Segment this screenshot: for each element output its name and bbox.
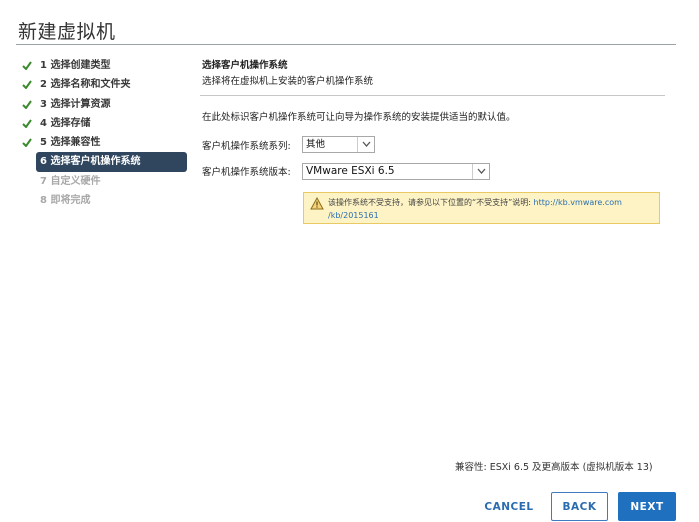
header-divider <box>200 95 665 96</box>
step-label: 5 选择兼容性 <box>40 137 101 149</box>
step-6-active[interactable]: 6 选择客户机操作系统 <box>36 152 187 172</box>
compatibility-text: 兼容性: ESXi 6.5 及更高版本 (虚拟机版本 13) <box>455 462 653 473</box>
warning-icon <box>310 197 324 210</box>
warning-text: 该操作系统不受支持，请参见以下位置的“不受支持”说明: <box>328 198 531 207</box>
os-family-value: 其他 <box>306 139 326 150</box>
step-label: 8 即将完成 <box>40 195 91 207</box>
step-1[interactable]: 1 选择创建类型 <box>22 56 190 75</box>
os-version-select[interactable]: VMware ESXi 6.5 <box>302 163 490 180</box>
check-icon <box>22 61 32 70</box>
page-subtitle: 选择将在虚拟机上安装的客户机操作系统 <box>202 76 374 87</box>
step-label: 7 自定义硬件 <box>40 175 101 187</box>
new-vm-dialog: 新建虚拟机 1 选择创建类型 2 选择名称和文件夹 3 选择计算资源 4 选择存… <box>0 0 699 522</box>
step-4[interactable]: 4 选择存储 <box>22 114 190 133</box>
os-version-value: VMware ESXi 6.5 <box>306 165 395 177</box>
step-label: 3 选择计算资源 <box>40 98 111 110</box>
check-icon <box>22 138 32 148</box>
kb-link[interactable]: http://kb.vmware.com <box>534 198 622 207</box>
wizard-steps: 1 选择创建类型 2 选择名称和文件夹 3 选择计算资源 4 选择存储 5 选择… <box>22 56 190 210</box>
os-family-select[interactable]: 其他 <box>302 136 375 153</box>
step-3[interactable]: 3 选择计算资源 <box>22 95 190 114</box>
step-label: 4 选择存储 <box>40 117 91 129</box>
chevron-down-icon[interactable] <box>472 164 489 179</box>
step-5[interactable]: 5 选择兼容性 <box>22 133 190 152</box>
intro-text: 在此处标识客户机操作系统可让向导为操作系统的安装提供适当的默认值。 <box>202 112 516 123</box>
step-7: 7 自定义硬件 <box>36 172 190 191</box>
check-icon <box>22 119 32 128</box>
kb-link-path[interactable]: /kb/2015161 <box>328 211 379 220</box>
page-title: 选择客户机操作系统 <box>202 60 288 71</box>
chevron-down-icon[interactable] <box>357 137 374 152</box>
check-icon <box>22 80 32 90</box>
os-version-label: 客户机操作系统版本: <box>202 167 291 178</box>
title-divider <box>16 44 676 45</box>
step-8: 8 即将完成 <box>36 191 190 210</box>
check-icon <box>22 100 32 109</box>
step-header: 选择客户机操作系统 选择将在虚拟机上安装的客户机操作系统 <box>202 58 664 90</box>
warning-message: 该操作系统不受支持，请参见以下位置的“不受支持”说明: http://kb.vm… <box>328 196 653 222</box>
os-family-label: 客户机操作系统系列: <box>202 141 291 152</box>
back-button[interactable]: BACK <box>551 492 608 521</box>
step-label: 6 选择客户机操作系统 <box>40 156 141 168</box>
next-button[interactable]: NEXT <box>618 492 676 521</box>
dialog-title: 新建虚拟机 <box>18 21 116 43</box>
step-label: 1 选择创建类型 <box>40 60 111 71</box>
step-label: 2 选择名称和文件夹 <box>40 79 131 91</box>
cancel-button[interactable]: CANCEL <box>474 492 544 521</box>
unsupported-warning: 该操作系统不受支持，请参见以下位置的“不受支持”说明: http://kb.vm… <box>303 192 660 224</box>
step-2[interactable]: 2 选择名称和文件夹 <box>22 75 190 94</box>
